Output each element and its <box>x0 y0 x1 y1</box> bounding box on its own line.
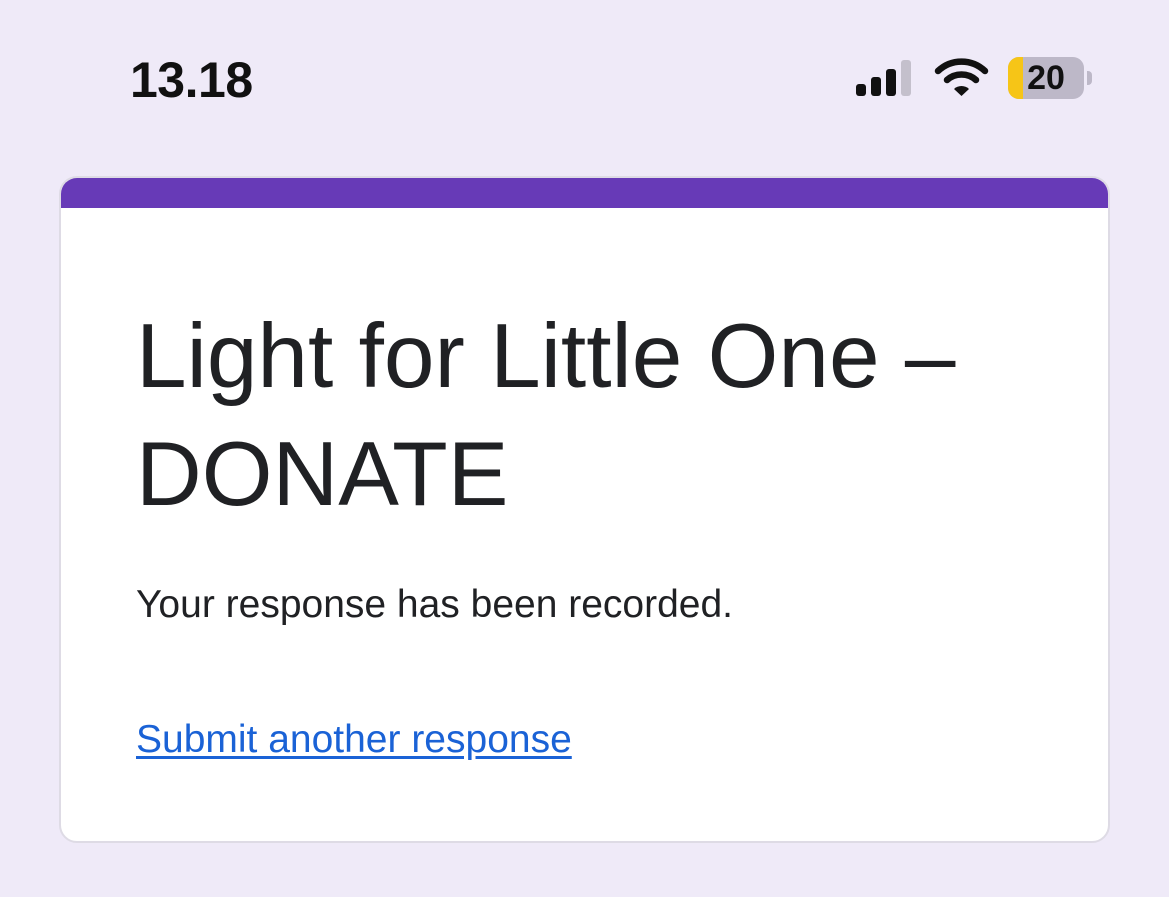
status-time: 13.18 <box>130 52 253 108</box>
status-bar: 13.18 20 <box>0 0 1169 150</box>
wifi-icon <box>934 58 989 96</box>
submit-another-response-link[interactable]: Submit another response <box>136 715 572 765</box>
cellular-signal-icon <box>856 60 911 96</box>
battery-body: 20 <box>1008 57 1084 99</box>
form-confirmation-card: Light for Little One – DONATE Your respo… <box>59 176 1110 843</box>
battery-tip <box>1087 71 1092 85</box>
form-title: Light for Little One – DONATE <box>136 306 956 525</box>
confirmation-message: Your response has been recorded. <box>136 583 733 626</box>
card-accent-bar <box>61 178 1108 208</box>
battery-level: 20 <box>1027 59 1065 97</box>
battery-icon: 20 <box>1008 57 1094 99</box>
